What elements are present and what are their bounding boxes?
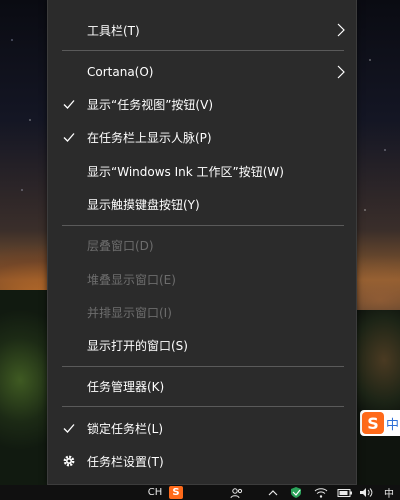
menu-item-cortana[interactable]: Cortana(O) [48, 57, 356, 87]
menu-separator [62, 366, 344, 367]
menu-item-label: 堆叠显示窗口(E) [87, 272, 176, 287]
ime-badge-icon: S [169, 486, 183, 499]
ime-floating-toolbar[interactable]: S 中 [360, 410, 400, 436]
shield-icon[interactable] [288, 485, 304, 500]
menu-item-show-desktop[interactable]: 显示打开的窗口(S) [48, 330, 356, 360]
menu-item-label: 显示触摸键盘按钮(Y) [87, 197, 200, 212]
menu-item-stack-windows: 堆叠显示窗口(E) [48, 264, 356, 294]
menu-separator [62, 406, 344, 407]
menu-item-label: Cortana(O) [87, 65, 154, 79]
menu-item-side-by-side-windows: 并排显示窗口(I) [48, 297, 356, 327]
checkmark-icon [62, 97, 76, 111]
menu-item-label: 锁定任务栏(L) [87, 421, 164, 436]
menu-item-cascade-windows: 层叠窗口(D) [48, 230, 356, 260]
menu-item-show-touch-keyboard[interactable]: 显示触摸键盘按钮(Y) [48, 189, 356, 219]
wallpaper-hill-right [354, 310, 400, 500]
submenu-arrow-icon [336, 23, 346, 37]
battery-icon[interactable] [336, 485, 354, 500]
menu-item-label: 显示打开的窗口(S) [87, 338, 188, 353]
menu-item-toolbars[interactable]: 工具栏(T) [48, 15, 356, 45]
menu-item-show-windows-ink[interactable]: 显示“Windows Ink 工作区”按钮(W) [48, 156, 356, 186]
menu-separator [62, 225, 344, 226]
menu-item-label: 任务栏设置(T) [87, 454, 164, 469]
ime-mode-label: 中 [386, 417, 400, 433]
menu-item-label: 显示“任务视图”按钮(V) [87, 97, 214, 112]
checkmark-icon [62, 421, 76, 435]
taskbar-context-menu: 工具栏(T) Cortana(O) 显示“任务视图”按钮(V) 在任务栏上显示人… [47, 0, 357, 485]
menu-item-task-manager[interactable]: 任务管理器(K) [48, 371, 356, 401]
menu-item-taskbar-settings[interactable]: 任务栏设置(T) [48, 446, 356, 476]
checkmark-icon [62, 130, 76, 144]
menu-item-label: 在任务栏上显示人脉(P) [87, 130, 212, 145]
gear-icon [62, 454, 76, 468]
menu-item-show-task-view[interactable]: 显示“任务视图”按钮(V) [48, 89, 356, 119]
taskbar: CH S 中 [0, 485, 400, 500]
volume-icon[interactable] [358, 485, 374, 500]
menu-item-label: 工具栏(T) [87, 23, 140, 38]
submenu-arrow-icon [336, 65, 346, 79]
wifi-icon[interactable] [313, 485, 329, 500]
ime-icon[interactable]: S [168, 485, 184, 500]
menu-item-label: 任务管理器(K) [87, 379, 165, 394]
menu-item-show-people[interactable]: 在任务栏上显示人脉(P) [48, 122, 356, 152]
people-icon[interactable] [229, 485, 245, 500]
ime-mode-indicator[interactable]: 中 [380, 485, 398, 500]
language-indicator[interactable]: CH [146, 485, 164, 500]
menu-item-label: 并排显示窗口(I) [87, 305, 172, 320]
menu-item-label: 显示“Windows Ink 工作区”按钮(W) [87, 164, 284, 179]
menu-separator [62, 50, 344, 51]
chevron-up-icon[interactable] [266, 485, 280, 500]
menu-item-label: 层叠窗口(D) [87, 238, 154, 253]
ime-logo-icon: S [362, 412, 384, 434]
menu-item-lock-taskbar[interactable]: 锁定任务栏(L) [48, 413, 356, 443]
